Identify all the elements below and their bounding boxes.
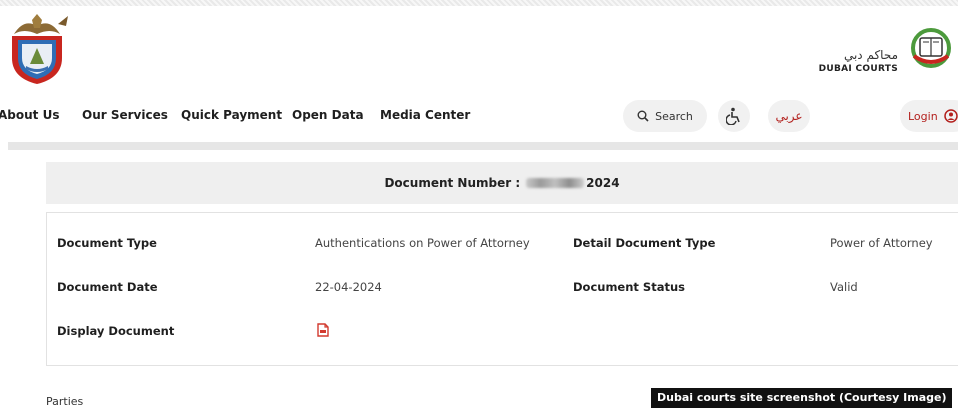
nav-our-services[interactable]: Our Services: [82, 108, 168, 122]
pdf-file-icon[interactable]: [317, 323, 329, 337]
detail-document-type-value: Power of Attorney: [830, 236, 933, 250]
courts-name-arabic: محاكم دبي: [843, 48, 898, 62]
document-number-label: Document Number :: [384, 176, 521, 190]
document-status-label: Document Status: [573, 280, 685, 294]
redacted-document-number: [526, 178, 585, 188]
document-details-card: Document Type Authentications on Power o…: [46, 212, 958, 366]
document-type-value: Authentications on Power of Attorney: [315, 236, 530, 250]
nav-media-center[interactable]: Media Center: [380, 108, 470, 122]
document-number-bar: Document Number : 2024: [46, 162, 958, 204]
dubai-emblem-logo[interactable]: [4, 14, 70, 86]
search-button[interactable]: Search: [623, 100, 707, 132]
display-document-label: Display Document: [57, 324, 175, 338]
login-label: Login: [908, 109, 938, 123]
dubai-courts-logo[interactable]: محاكم دبي DUBAI COURTS: [804, 22, 954, 74]
accessibility-icon: [726, 107, 740, 125]
scales-emblem-icon: [911, 28, 951, 68]
language-toggle[interactable]: عربي: [768, 100, 810, 132]
document-type-label: Document Type: [57, 236, 157, 250]
main-nav: About Us Our Services Quick Payment Open…: [0, 96, 958, 136]
parties-heading: Parties: [46, 395, 84, 408]
document-date-value: 22-04-2024: [315, 280, 382, 294]
nav-open-data[interactable]: Open Data: [292, 108, 364, 122]
nav-about-us[interactable]: About Us: [0, 108, 59, 122]
search-icon: [637, 110, 649, 122]
document-status-value: Valid: [830, 280, 858, 294]
accessibility-button[interactable]: [718, 100, 750, 132]
section-divider-band: [8, 142, 958, 150]
user-icon: [943, 109, 958, 123]
top-pattern-strip: [0, 0, 958, 6]
document-number-year: 2024: [586, 176, 620, 190]
courts-name-english: DUBAI COURTS: [818, 64, 898, 74]
login-button[interactable]: Login: [900, 100, 958, 132]
document-date-label: Document Date: [57, 280, 158, 294]
detail-document-type-label: Detail Document Type: [573, 236, 716, 250]
search-label: Search: [655, 109, 693, 123]
nav-quick-payment[interactable]: Quick Payment: [181, 108, 282, 122]
image-caption: Dubai courts site screenshot (Courtesy I…: [651, 388, 953, 408]
